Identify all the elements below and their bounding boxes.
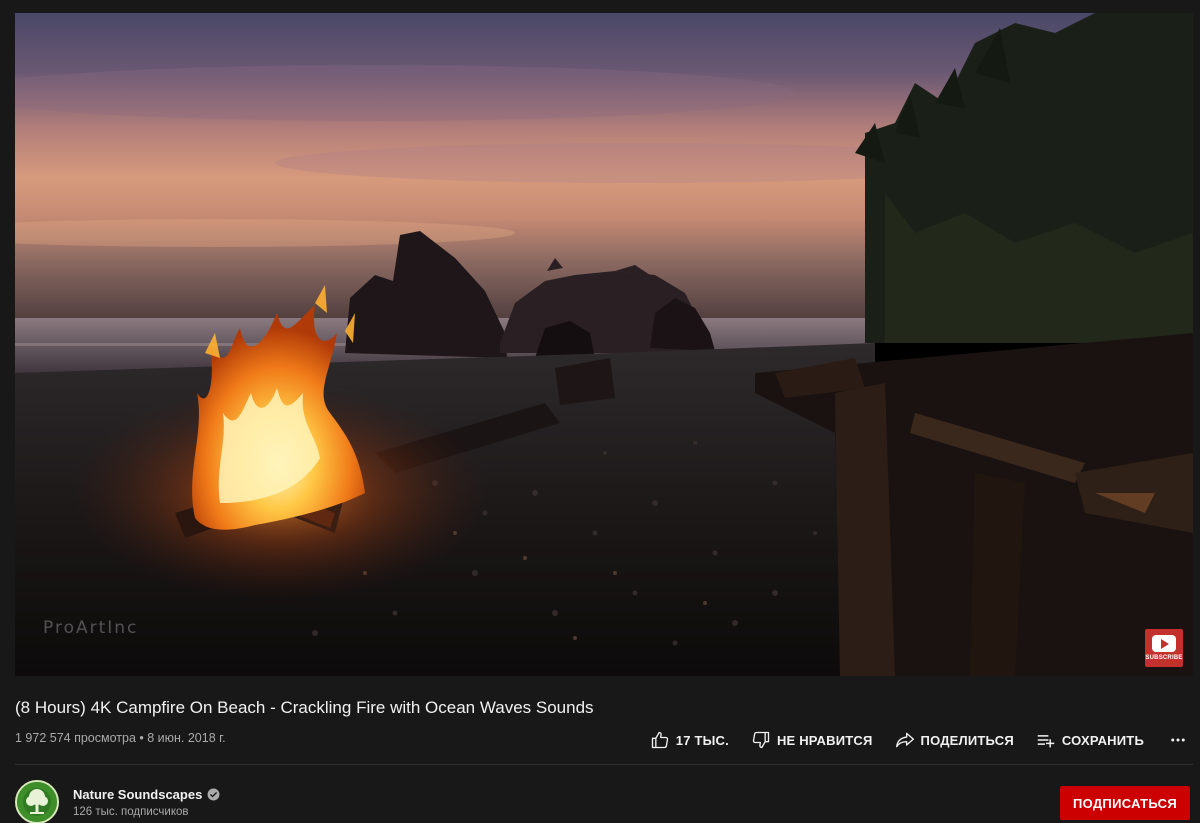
channel-avatar[interactable] [15, 780, 59, 823]
video-meta: 1 972 574 просмотра • 8 июн. 2018 г. [15, 731, 226, 745]
share-button[interactable]: ПОДЕЛИТЬСЯ [895, 730, 1014, 750]
save-label: СОХРАНИТЬ [1061, 732, 1144, 748]
subscribe-button[interactable]: ПОДПИСАТЬСЯ [1060, 786, 1190, 820]
check-circle-icon [207, 788, 220, 801]
more-horizontal-icon [1171, 738, 1185, 742]
dislike-label: НЕ НРАВИТСЯ [776, 732, 873, 748]
subscribe-watermark-icon[interactable]: SUBSCRIBE [1145, 629, 1183, 667]
more-actions-button[interactable] [1168, 730, 1188, 750]
youtube-play-icon [1152, 635, 1176, 652]
channel-name-row[interactable]: Nature Soundscapes [73, 787, 220, 802]
save-button[interactable]: СОХРАНИТЬ [1036, 730, 1144, 750]
dislike-button[interactable]: НЕ НРАВИТСЯ [751, 730, 873, 750]
like-count: 17 ТЫС. [675, 732, 729, 748]
channel-name[interactable]: Nature Soundscapes [73, 787, 202, 802]
share-label: ПОДЕЛИТЬСЯ [920, 732, 1014, 748]
thumb-up-icon [651, 731, 668, 749]
tree-logo-icon [17, 782, 57, 822]
thumb-down-icon [752, 731, 770, 749]
like-button[interactable]: 17 ТЫС. [650, 730, 729, 750]
share-arrow-icon [895, 732, 914, 748]
video-actions: 17 ТЫС. НЕ НРАВИТСЯ ПОДЕЛИТЬСЯ СОХРАНИТЬ [628, 728, 1188, 752]
video-title: (8 Hours) 4K Campfire On Beach - Crackli… [15, 698, 594, 717]
video-player[interactable]: ProArtInc SUBSCRIBE [15, 13, 1193, 676]
watch-page: ProArtInc SUBSCRIBE (8 Hours) 4K Campfir… [0, 0, 1200, 823]
subscriber-count: 126 тыс. подписчиков [73, 806, 189, 818]
playlist-add-icon [1037, 735, 1055, 748]
video-watermark: ProArtInc [43, 618, 139, 638]
subscribe-watermark-label: SUBSCRIBE [1145, 655, 1183, 661]
divider [15, 764, 1193, 765]
video-frame [15, 13, 1193, 676]
